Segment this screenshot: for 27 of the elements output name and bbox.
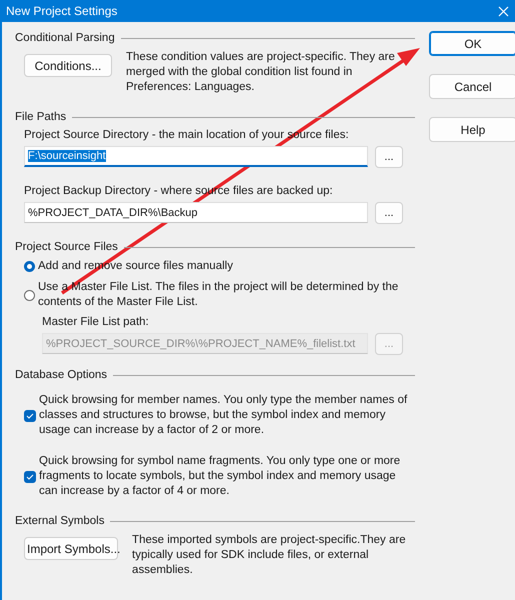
check-icon	[26, 412, 34, 420]
description-text: These imported symbols are project-specific.They are typically used for SDK include files, or external assemblies.	[132, 533, 407, 578]
radio-button[interactable]	[24, 290, 35, 300]
path-field[interactable]: F:\sourceinsight	[24, 146, 368, 167]
checkbox[interactable]	[24, 470, 36, 482]
field-label: Master File List path:	[41, 316, 150, 328]
dialog-button[interactable]: Cancel	[429, 74, 515, 99]
browse-button[interactable]: ...	[375, 146, 403, 168]
import-symbols-button[interactable]: Import Symbols...	[24, 537, 118, 560]
section-heading: Database Options	[15, 369, 108, 381]
check-icon	[26, 472, 34, 480]
description-text: These condition values are project-specific. They are merged with the global condition list found in Preferences: Languages.	[126, 50, 396, 95]
section-heading: External Symbols	[15, 515, 104, 527]
section-heading: Project Source Files	[15, 241, 118, 253]
dialog-button[interactable]: Help	[429, 117, 515, 142]
dialog-button[interactable]: OK	[429, 31, 515, 56]
section-heading: Conditional Parsing	[15, 32, 115, 44]
radio-button[interactable]	[24, 261, 35, 272]
close-icon[interactable]	[498, 6, 509, 16]
browse-button[interactable]: ...	[375, 202, 403, 224]
window-title: New Project Settings	[6, 4, 118, 18]
path-field[interactable]: %PROJECT_DATA_DIR%\Backup	[24, 202, 368, 223]
conditions-button[interactable]: Conditions...	[24, 54, 112, 77]
section-heading: File Paths	[15, 111, 66, 123]
checkbox-label: Quick browsing for member names. You only type the member names of classes and structures to browse, but the symbol index and memory usage can increase by a factor of 2 or more.	[39, 393, 408, 438]
checkbox[interactable]	[24, 410, 36, 422]
checkbox-label: Quick browsing for symbol name fragments. You only type one or more fragments to locate symbols, but the symbol index and memory usage can increase by a factor of 4 or more.	[39, 454, 402, 499]
